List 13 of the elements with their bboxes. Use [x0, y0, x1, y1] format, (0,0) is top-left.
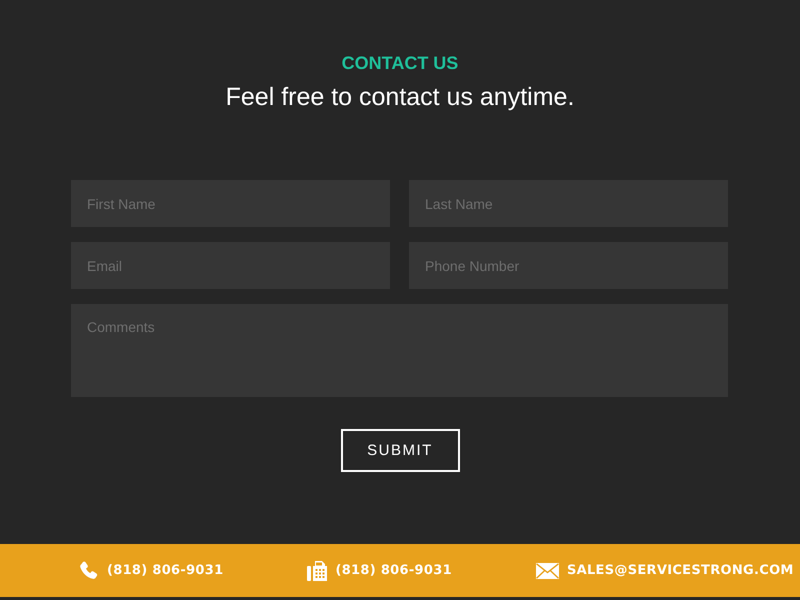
phone-number: (818) 806-9031: [107, 563, 224, 578]
fax-machine-icon: [307, 560, 328, 580]
input-field[interactable]: First Name: [71, 180, 390, 227]
section-heading: Feel free to contact us anytime.: [226, 82, 574, 112]
comments-field[interactable]: Comments: [71, 304, 728, 397]
phone-number: (818) 806-9031: [335, 563, 452, 578]
section-label: CONTACT US: [342, 52, 458, 74]
phone-icon: [79, 560, 99, 580]
input-field[interactable]: Email: [71, 242, 390, 289]
submit-button[interactable]: SUBMIT: [340, 429, 460, 472]
input-field[interactable]: Last Name: [409, 180, 728, 227]
envelope-icon: [536, 562, 559, 578]
input-field[interactable]: Phone Number: [409, 242, 728, 289]
